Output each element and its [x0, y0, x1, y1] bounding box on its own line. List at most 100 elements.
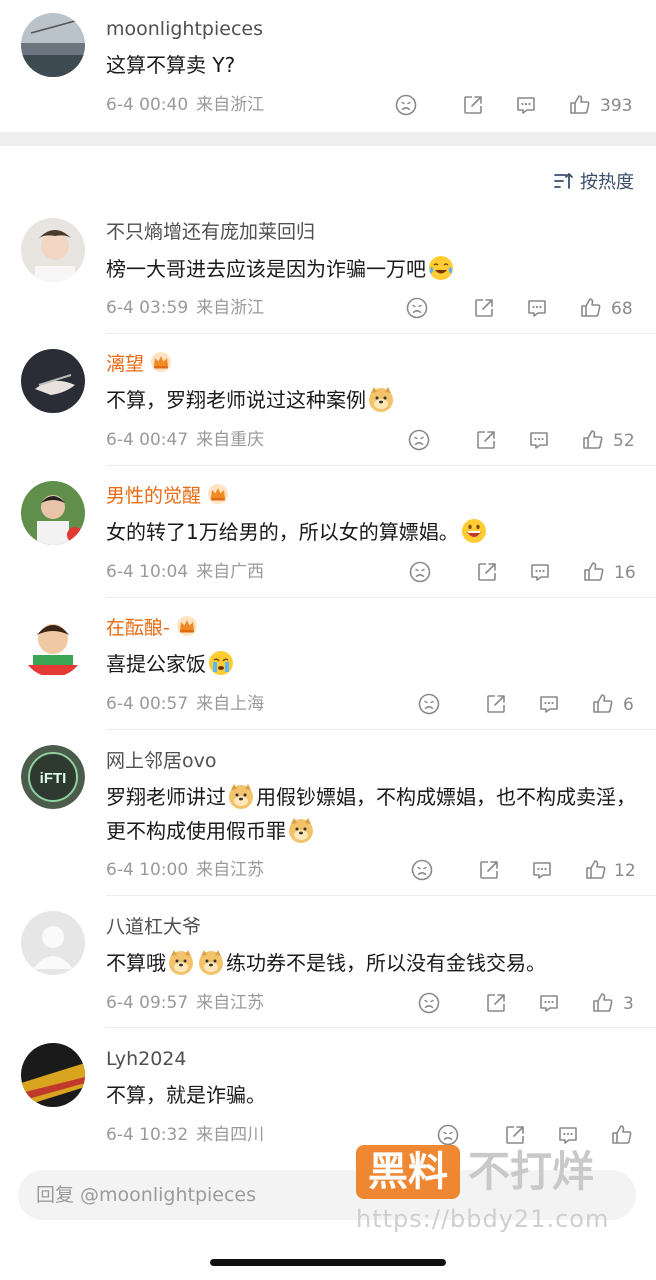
- like-icon[interactable]: [591, 991, 615, 1015]
- list-item: 在酝酿- 喜提公家饭 6-4 00:57 来自上海 6: [0, 598, 656, 730]
- comment-icon[interactable]: [525, 296, 549, 320]
- share-icon[interactable]: [461, 93, 485, 117]
- share-icon[interactable]: [484, 692, 508, 716]
- vip-crown-icon: [176, 615, 198, 637]
- comment-icon[interactable]: [514, 93, 538, 117]
- share-icon[interactable]: [477, 858, 501, 882]
- comment-icon[interactable]: [537, 692, 561, 716]
- dislike-icon[interactable]: [407, 428, 431, 452]
- vip-crown-icon: [150, 351, 172, 373]
- comment-location: 来自广西: [196, 562, 265, 582]
- list-item: 不只熵增还有庞加莱回归 榜一大哥进去应该是因为诈骗一万吧 6-4 03:59 来自…: [0, 208, 656, 334]
- share-icon[interactable]: [474, 428, 498, 452]
- watermark: 黑料 不打烊 https://bbdy21.com: [356, 1143, 636, 1239]
- share-icon[interactable]: [475, 560, 499, 584]
- comment-time: 6-4 00:57: [106, 694, 189, 714]
- comment-location: 来自浙江: [196, 298, 265, 318]
- avatar[interactable]: [21, 349, 85, 413]
- username[interactable]: moonlightpieces: [106, 17, 263, 41]
- sort-icon: [554, 173, 573, 189]
- comment-time: 6-4 00:40: [106, 95, 189, 115]
- watermark-badge: 黑料: [356, 1145, 460, 1199]
- comment-text: 榜一大哥进去应该是因为诈骗一万吧: [106, 252, 636, 286]
- share-icon[interactable]: [472, 296, 496, 320]
- share-icon[interactable]: [484, 991, 508, 1015]
- comment-text: 喜提公家饭: [106, 647, 636, 681]
- like-icon[interactable]: [582, 560, 606, 584]
- doge-emoji: [167, 948, 195, 976]
- comment-text: 不算，就是诈骗。: [106, 1083, 266, 1107]
- dislike-icon[interactable]: [417, 991, 441, 1015]
- comment-location: 来自上海: [196, 694, 265, 714]
- username[interactable]: 漓望: [106, 351, 172, 376]
- doge-emoji: [287, 816, 315, 844]
- comment-meta: 6-4 10:32 来自四川: [106, 1124, 264, 1146]
- like-count: 12: [614, 861, 636, 881]
- comment-time: 6-4 10:00: [106, 860, 189, 880]
- sort-button[interactable]: 按热度: [554, 168, 634, 194]
- comment-icon[interactable]: [537, 991, 561, 1015]
- watermark-text: 不打烊: [468, 1147, 595, 1196]
- comment-meta: 6-4 09:57 来自江苏: [106, 992, 264, 1014]
- vip-crown-icon: [207, 483, 229, 505]
- username-text: 男性的觉醒: [106, 485, 202, 507]
- like-icon[interactable]: [591, 692, 615, 716]
- comment-time: 6-4 10:04: [106, 562, 189, 582]
- comment-text: 罗翔老师讲过 用假钞嫖娼，不构成嫖娼，也不构成卖淫，更不构成使用假币罪: [106, 780, 636, 848]
- crying-emoji: [207, 649, 235, 677]
- comment-icon[interactable]: [528, 560, 552, 584]
- comment-time: 6-4 00:47: [106, 430, 189, 450]
- like-count: 68: [611, 299, 633, 319]
- username[interactable]: 不只熵增还有庞加莱回归: [106, 220, 315, 244]
- home-indicator[interactable]: [210, 1259, 446, 1266]
- comment-location: 来自江苏: [196, 860, 265, 880]
- dislike-icon[interactable]: [410, 858, 434, 882]
- comment-meta: 6-4 00:57 来自上海: [106, 693, 264, 715]
- comment-icon[interactable]: [527, 428, 551, 452]
- dislike-icon[interactable]: [417, 692, 441, 716]
- avatar[interactable]: [21, 218, 85, 282]
- username[interactable]: 在酝酿-: [106, 615, 198, 640]
- comment-meta: 6-4 00:40 来自浙江: [106, 94, 264, 116]
- username[interactable]: Lyh2024: [106, 1047, 186, 1071]
- comment-text: 女的转了1万给男的，所以女的算嫖娼。: [106, 515, 636, 549]
- like-count: 16: [614, 563, 636, 583]
- username[interactable]: 网上邻居ovo: [106, 749, 217, 773]
- like-count: 393: [600, 96, 633, 116]
- list-item: 男性的觉醒 女的转了1万给男的，所以女的算嫖娼。 6-4 10:04 来自广西 1…: [0, 466, 656, 598]
- username[interactable]: 男性的觉醒: [106, 483, 229, 508]
- avatar[interactable]: iFTI: [21, 745, 85, 809]
- list-item: Lyh2024 不算，就是诈骗。 6-4 10:32 来自四川: [0, 1028, 656, 1160]
- like-icon[interactable]: [579, 296, 603, 320]
- laugh-cry-emoji: [427, 254, 455, 282]
- comment-meta: 6-4 03:59 来自浙江: [106, 297, 264, 319]
- comment-text: 这算不算卖 Y?: [106, 53, 236, 77]
- dislike-icon[interactable]: [394, 93, 418, 117]
- like-icon[interactable]: [568, 93, 592, 117]
- comment-text-body: 不算，罗翔老师说过这种案例: [106, 388, 366, 412]
- like-icon[interactable]: [581, 428, 605, 452]
- avatar[interactable]: [21, 911, 85, 975]
- comment-meta: 6-4 00:47 来自重庆: [106, 429, 264, 451]
- avatar[interactable]: [21, 1043, 85, 1107]
- username[interactable]: 八道杠大爷: [106, 915, 201, 939]
- list-item: iFTI 网上邻居ovo 罗翔老师讲过 用假钞嫖娼，不构成嫖娼，也不构成卖淫，更不…: [0, 730, 656, 896]
- comment-location: 来自四川: [196, 1125, 265, 1145]
- like-icon[interactable]: [584, 858, 608, 882]
- like-count: 52: [613, 431, 635, 451]
- top-comment: moonlightpieces 这算不算卖 Y? 6-4 00:40 来自浙江 3…: [0, 0, 656, 132]
- avatar[interactable]: [21, 13, 85, 77]
- comment-text-body: 女的转了1万给男的，所以女的算嫖娼。: [106, 520, 459, 544]
- like-count: 6: [623, 695, 634, 715]
- like-count: 3: [623, 994, 634, 1014]
- doge-emoji: [227, 782, 255, 810]
- comment-meta: 6-4 10:04 来自广西: [106, 561, 264, 583]
- avatar[interactable]: [21, 481, 85, 545]
- list-item: 八道杠大爷 不算哦 练功券不是钱，所以没有金钱交易。 6-4 09:57 来自江苏 …: [0, 896, 656, 1028]
- comment-text-body: 不算哦: [106, 951, 166, 975]
- avatar[interactable]: [21, 613, 85, 677]
- comment-icon[interactable]: [530, 858, 554, 882]
- dislike-icon[interactable]: [408, 560, 432, 584]
- comment-text-body: 喜提公家饭: [106, 652, 206, 676]
- dislike-icon[interactable]: [405, 296, 429, 320]
